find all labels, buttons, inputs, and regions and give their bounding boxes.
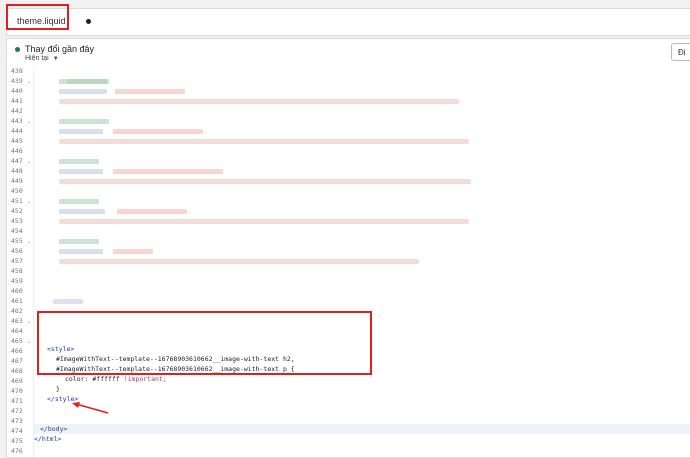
fold-chevron-icon[interactable]: ⌄ (27, 79, 31, 85)
redacted-code-bar (59, 249, 103, 254)
line-number: 444 (11, 127, 23, 135)
line-number: 446 (11, 147, 23, 155)
line-number: 465 (11, 337, 23, 345)
recent-changes-header[interactable]: Thay đổi gần đây (15, 44, 94, 54)
redacted-code-bar (59, 259, 419, 264)
redacted-code-bar (59, 99, 459, 104)
redacted-code-bar (117, 209, 187, 214)
line-number: 442 (11, 107, 23, 115)
chevron-down-icon: ▼ (52, 55, 59, 62)
line-number: 443 (11, 117, 23, 125)
line-number: 438 (11, 67, 23, 75)
redacted-code-bar (59, 179, 471, 184)
redacted-code-bar (59, 199, 99, 204)
line-number: 458 (11, 267, 23, 275)
redacted-code-bar (59, 209, 105, 214)
fold-chevron-icon[interactable]: ⌄ (27, 339, 31, 345)
line-number: 440 (11, 87, 23, 95)
line-number: 450 (11, 187, 23, 195)
line-number: 459 (11, 277, 23, 285)
annotation-arrow-icon (72, 402, 109, 414)
line-number: 456 (11, 247, 23, 255)
body-close-line: </body> (40, 425, 67, 433)
header-action-button[interactable]: Đị (671, 43, 690, 61)
line-number: 475 (11, 437, 23, 445)
fold-chevron-icon[interactable]: ⌄ (27, 119, 31, 125)
fold-chevron-icon[interactable]: ⌄ (27, 159, 31, 165)
html-close-line: </html> (34, 435, 61, 443)
redacted-code-bar (59, 139, 469, 144)
line-number-gutter: 438 439 ⌄ 440 441 442 443 ⌄ 444 445 446 447 ⌄ 448 449 4… (7, 67, 34, 457)
line-number: 463 (11, 317, 23, 325)
line-number: 454 (11, 227, 23, 235)
line-number: 451 (11, 197, 23, 205)
line-number: 469 (11, 377, 23, 385)
body-close-tag: </body> (40, 425, 68, 433)
line-number: 445 (11, 137, 23, 145)
redacted-code-bar (59, 219, 469, 224)
header-action-label: Đị (678, 47, 686, 57)
redacted-code-bar (59, 129, 103, 134)
line-number: 457 (11, 257, 23, 265)
editor-tabbar: theme.liquid (6, 8, 690, 36)
fold-chevron-icon[interactable]: ⌄ (27, 319, 31, 325)
line-number: 461 (11, 297, 23, 305)
line-number: 449 (11, 177, 23, 185)
fold-chevron-icon[interactable]: ⌄ (27, 239, 31, 245)
line-number: 472 (11, 407, 23, 415)
redacted-code-bar (115, 89, 185, 94)
code-editor[interactable]: 438 439 ⌄ 440 441 442 443 ⌄ 444 445 446 447 ⌄ 448 449 4… (7, 67, 690, 457)
line-number: 441 (11, 97, 23, 105)
line-number: 453 (11, 217, 23, 225)
redacted-code-bar (113, 169, 223, 174)
tab-highlight-box (6, 4, 69, 30)
line-number: 468 (11, 367, 23, 375)
redacted-code-bar (59, 89, 107, 94)
line-number: 466 (11, 347, 23, 355)
important-keyword: !important; (123, 375, 167, 383)
redacted-code-bar (59, 159, 99, 164)
line-number: 467 (11, 357, 23, 365)
editor-panel: Thay đổi gần đây Hiện tại ▼ Đị 438 439 ⌄ 44… (6, 38, 690, 458)
version-select-label: Hiện tại (25, 55, 49, 62)
redacted-code-bar (59, 119, 109, 124)
current-line-highlight (34, 424, 690, 434)
line-number: 474 (11, 427, 23, 435)
color-prop: color: #ffffff (65, 375, 124, 383)
fold-chevron-icon[interactable]: ⌄ (27, 199, 31, 205)
line-number: 470 (11, 387, 23, 395)
redacted-code-bar (59, 239, 99, 244)
line-number: 473 (11, 417, 23, 425)
version-select[interactable]: Hiện tại ▼ (25, 55, 59, 62)
line-number: 439 (11, 77, 23, 85)
color-prop-line: color: #ffffff !important; (65, 375, 167, 383)
recent-changes-title: Thay đổi gần đây (25, 44, 95, 54)
line-number: 476 (11, 447, 23, 455)
redacted-code-bar (59, 169, 103, 174)
line-number: 460 (11, 287, 23, 295)
line-number: 455 (11, 237, 23, 245)
line-number: 462 (11, 307, 23, 315)
brace-close-line: } (56, 385, 60, 393)
redacted-code-bar (67, 79, 107, 84)
code-highlight-box (37, 311, 372, 375)
redacted-code-bar (113, 129, 203, 134)
line-number: 448 (11, 167, 23, 175)
redacted-code-bar (113, 249, 153, 254)
redacted-code-bar (53, 299, 83, 304)
line-number: 447 (11, 157, 23, 165)
line-number: 452 (11, 207, 23, 215)
line-number: 464 (11, 327, 23, 335)
unsaved-dot-icon (85, 18, 91, 24)
line-number: 471 (11, 397, 23, 405)
html-close-tag: </html> (34, 435, 62, 443)
status-dot-icon (15, 46, 20, 52)
